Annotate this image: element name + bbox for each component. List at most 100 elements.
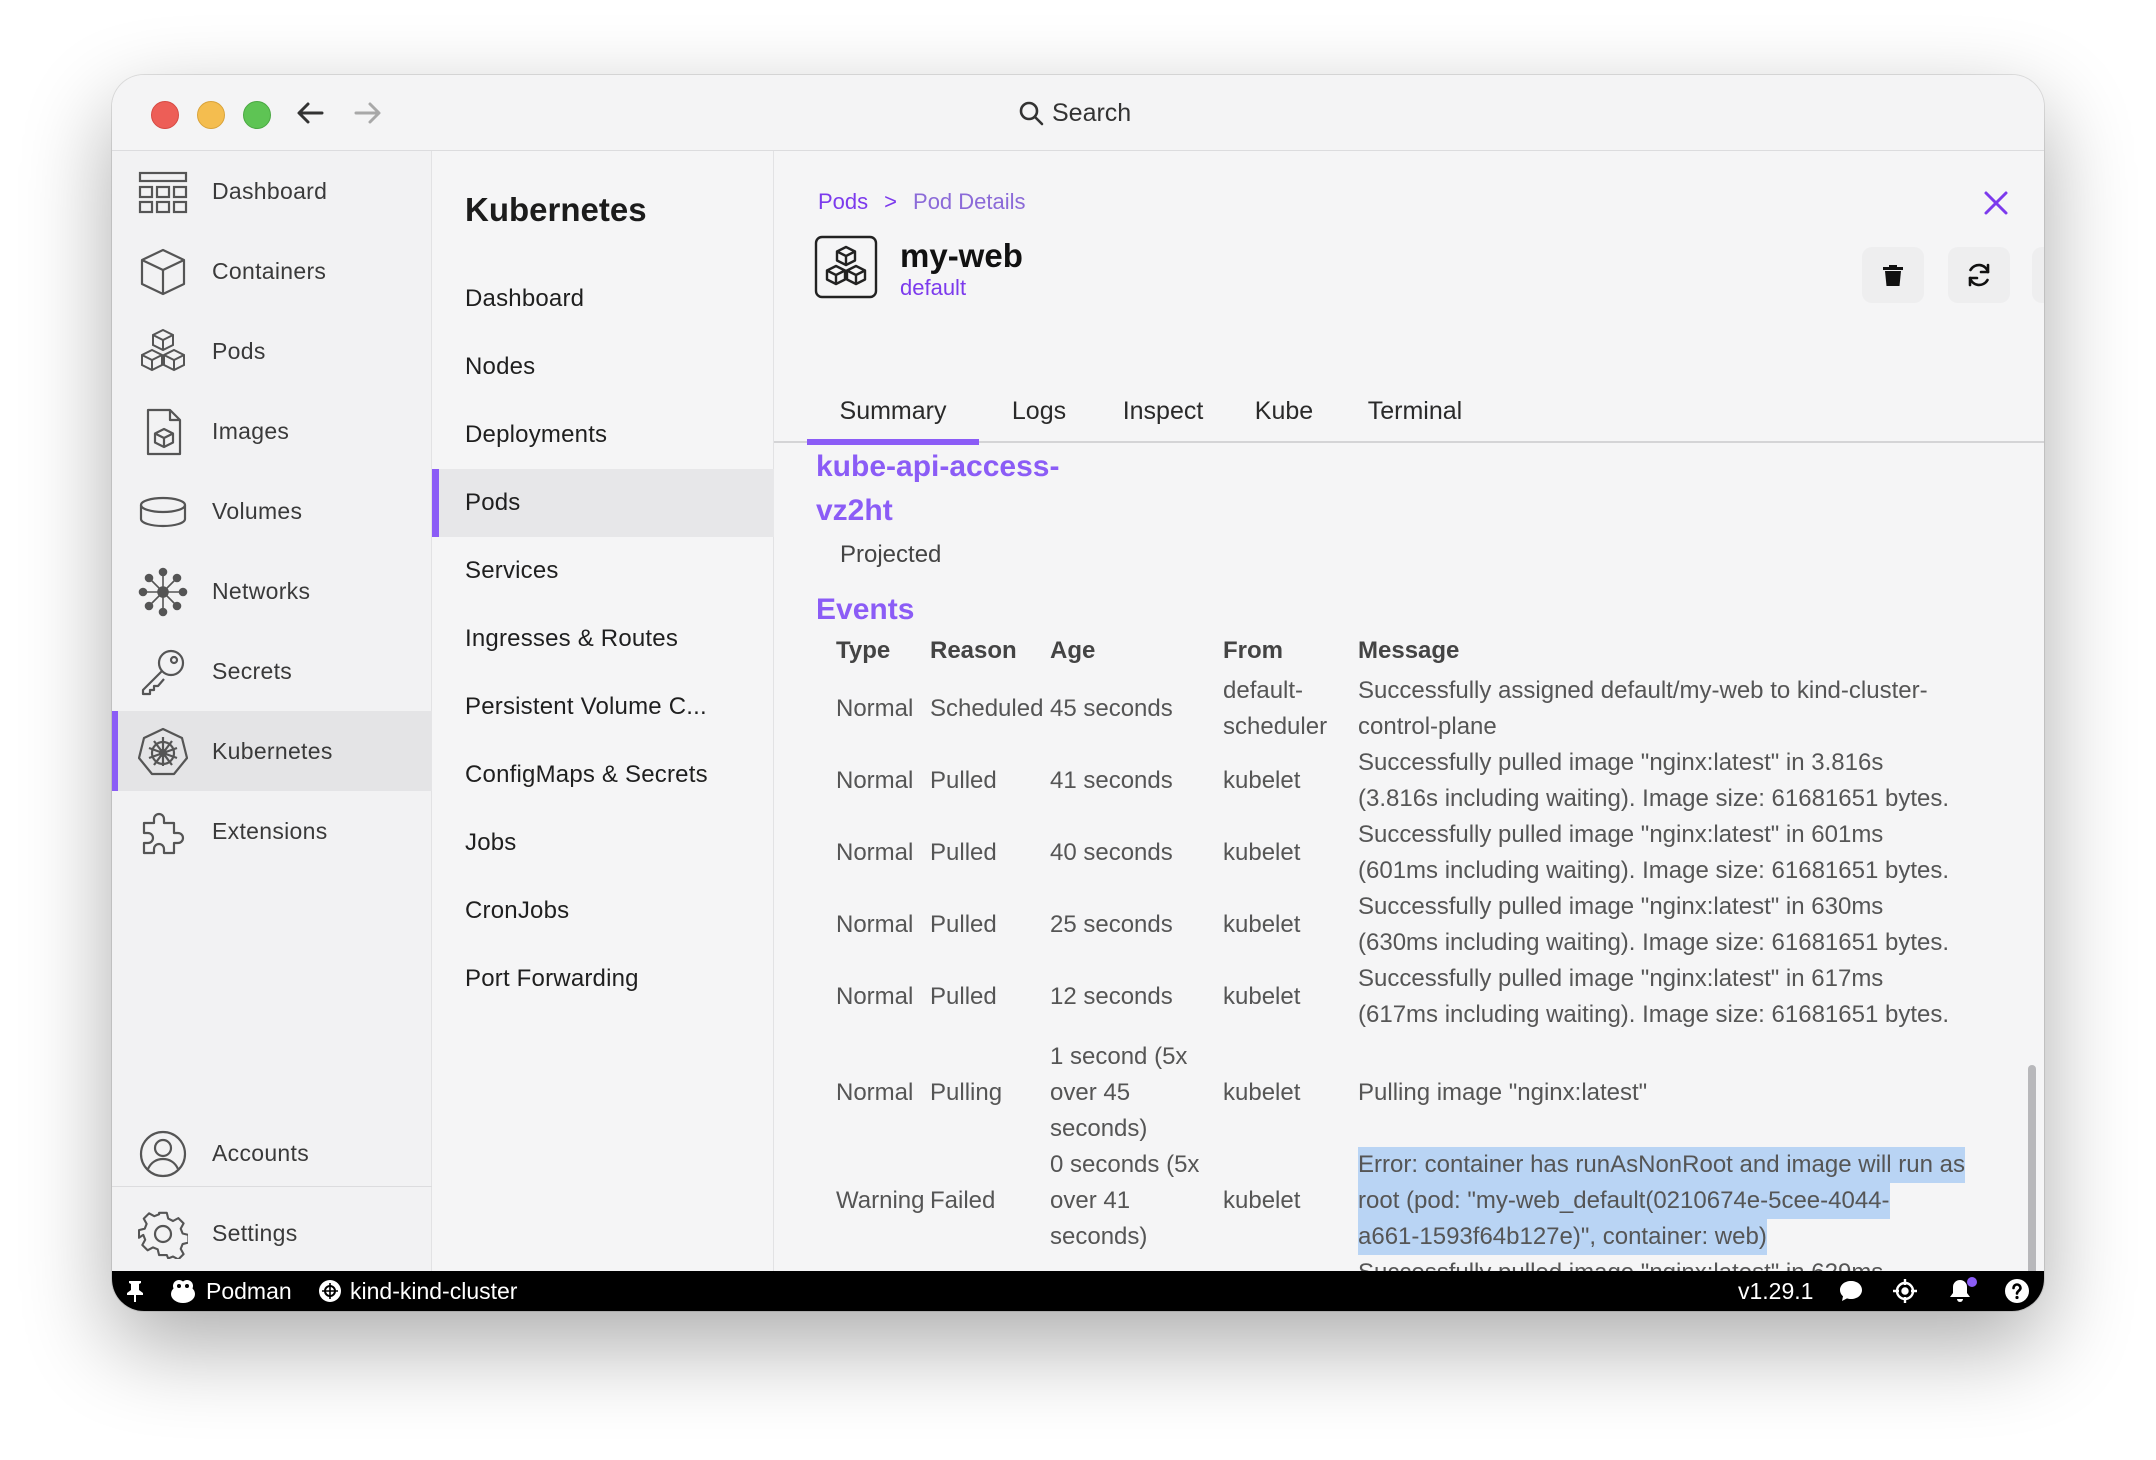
sidebar-item-label: Volumes [212,497,303,524]
event-age: 25 seconds [1050,911,1173,938]
search-bar[interactable]: Search [1018,95,1131,131]
subnav-item-persistent-volume-claims[interactable]: Persistent Volume C... [432,673,774,741]
scrollbar-thumb[interactable] [2028,1065,2036,1271]
feedback-button[interactable] [1838,1271,1864,1311]
sidebar-item-label: Secrets [212,657,293,684]
container-box-icon [138,247,188,297]
tab-summary[interactable]: Summary [807,383,979,445]
event-message: Successfully pulled image "nginx:latest"… [1358,893,1884,920]
subnav-item-dashboard[interactable]: Dashboard [432,265,774,333]
pod-details-panel: Pods > Pod Details my-web default Summar… [774,151,2044,1271]
subnav-item-cronjobs[interactable]: CronJobs [432,877,774,945]
sidebar-item-dashboard[interactable]: Dashboard [112,151,432,231]
pin-button[interactable] [126,1271,144,1311]
trash-icon [1883,265,1903,286]
gear-icon [138,1209,188,1259]
event-reason: Failed [930,1187,996,1214]
event-reason: Pulled [930,839,997,866]
subnav-item-pods[interactable]: Pods [432,469,774,537]
image-file-icon [138,407,188,457]
event-message: root (pod: "my-web_default(0210674e-5cee… [1358,1183,1890,1219]
event-type: Warning [836,1187,925,1214]
podman-status[interactable]: Podman [168,1271,292,1311]
window-close-button[interactable] [151,101,179,129]
subnav-item-deployments[interactable]: Deployments [432,401,774,469]
tab-inspect[interactable]: Inspect [1108,383,1218,443]
subnav-title: Kubernetes [465,191,647,228]
event-from: kubelet [1223,983,1301,1010]
status-bar: Podman kind-kind-cluster v1.29.1 [112,1271,2044,1311]
main-sidebar: Dashboard Containers Pods Images Volumes [112,151,432,1271]
content-scrollbar[interactable] [2028,445,2036,1271]
sidebar-item-networks[interactable]: Networks [112,551,432,631]
subnav-item-port-forwarding[interactable]: Port Forwarding [432,945,774,1013]
sidebar-item-accounts[interactable]: Accounts [112,1113,432,1193]
sidebar-item-label: Accounts [212,1139,310,1166]
dashboard-icon [138,167,188,217]
subnav-item-configmaps-secrets[interactable]: ConfigMaps & Secrets [432,741,774,809]
sidebar-item-volumes[interactable]: Volumes [112,471,432,551]
events-column-header: Reason [930,637,1017,664]
close-details-button[interactable] [1976,183,2016,223]
window-minimize-button[interactable] [197,101,225,129]
kubernetes-icon [319,1280,341,1302]
breadcrumb-separator: > [884,189,898,214]
sidebar-item-extensions[interactable]: Extensions [112,791,432,871]
help-button[interactable] [2004,1271,2030,1311]
event-reason: Scheduled [930,695,1044,722]
event-age: seconds) [1050,1223,1148,1250]
sidebar-item-label: Networks [212,577,311,604]
event-age: 45 seconds [1050,695,1173,722]
event-message: (601ms including waiting). Image size: 6… [1358,857,1949,884]
sidebar-item-label: Pods [212,337,266,364]
volume-name: kube-api-access- vz2ht [816,445,1116,533]
summary-content: kube-api-access- vz2ht Projected Events … [774,445,2044,1271]
subnav-item-ingresses-routes[interactable]: Ingresses & Routes [432,605,774,673]
breadcrumb-pods-link[interactable]: Pods [818,189,868,215]
sidebar-item-pods[interactable]: Pods [112,311,432,391]
app-window: Search Dashboard Containers Pods Images … [112,75,2044,1311]
tab-kube[interactable]: Kube [1244,383,1324,443]
event-age: 0 seconds (5x [1050,1151,1200,1178]
subnav-item-services[interactable]: Services [432,537,774,605]
volume-name-line: vz2ht [816,494,893,527]
forward-button[interactable] [348,93,388,133]
events-column-header: Age [1050,637,1096,664]
window-zoom-button[interactable] [243,101,271,129]
events-column-header: From [1223,637,1283,664]
event-age: 40 seconds [1050,839,1173,866]
breadcrumb: Pods > Pod Details [818,189,1026,215]
event-reason: Pulled [930,911,997,938]
refresh-icon [1968,263,1990,287]
network-nodes-icon [138,567,188,617]
podman-seal-icon [171,1280,195,1303]
back-button[interactable] [290,93,330,133]
volume-name-line: kube-api-access- [816,450,1060,483]
user-account-icon [138,1129,188,1179]
subnav-item-jobs[interactable]: Jobs [432,809,774,877]
event-message: (630ms including waiting). Image size: 6… [1358,929,1949,956]
event-message: Pulling image "nginx:latest" [1358,1079,1648,1106]
tab-logs[interactable]: Logs [999,383,1079,443]
sidebar-item-containers[interactable]: Containers [112,231,432,311]
sidebar-item-label: Kubernetes [212,737,333,764]
troubleshooting-button[interactable] [1892,1271,1918,1311]
sidebar-item-kubernetes[interactable]: Kubernetes [112,711,432,791]
event-message: a661-1593f64b127e)", container: web) [1358,1219,1767,1255]
sidebar-item-label: Settings [212,1219,298,1246]
event-reason: Pulled [930,767,997,794]
notifications-button[interactable] [1948,1271,1978,1311]
arrow-right-icon [354,102,381,124]
kube-context-status[interactable]: kind-kind-cluster [318,1271,517,1311]
subnav-item-nodes[interactable]: Nodes [432,333,774,401]
tab-terminal[interactable]: Terminal [1352,383,1478,443]
delete-pod-button[interactable] [1862,247,1924,303]
sidebar-item-secrets[interactable]: Secrets [112,631,432,711]
sidebar-item-settings[interactable]: Settings [112,1193,432,1273]
key-icon [138,647,188,697]
restart-pod-button[interactable] [1948,247,2010,303]
sidebar-item-images[interactable]: Images [112,391,432,471]
event-age: over 41 [1050,1187,1131,1214]
open-external-button[interactable] [2032,247,2044,303]
question-mark-icon [2005,1279,2029,1303]
